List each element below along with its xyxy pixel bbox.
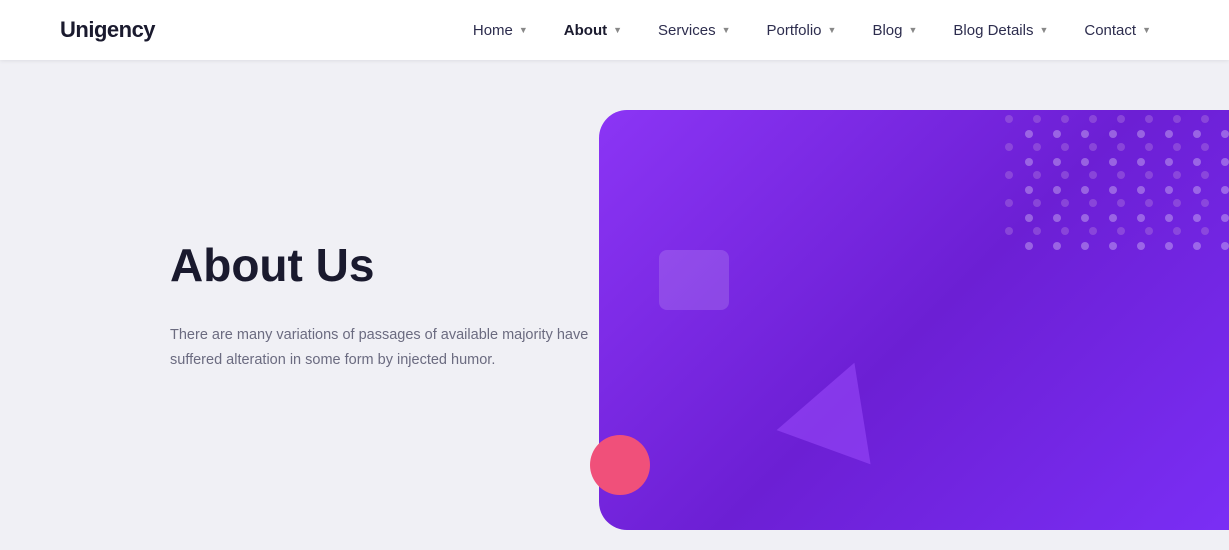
nav-link-blog-details[interactable]: Blog Details ▼ [935, 0, 1066, 60]
nav-link-about[interactable]: About ▼ [546, 0, 640, 60]
dot [1165, 130, 1173, 138]
dot [1193, 214, 1201, 222]
dot [1025, 158, 1033, 166]
dot [1165, 214, 1173, 222]
nav-link-services[interactable]: Services ▼ [640, 0, 748, 60]
dot [1053, 130, 1061, 138]
nav-label-blog-details: Blog Details [953, 22, 1033, 39]
dot [1193, 242, 1201, 250]
logo[interactable]: Unigency [60, 17, 155, 43]
nav-item-home: Home ▼ [455, 0, 546, 60]
dot [1081, 158, 1089, 166]
dot [1193, 130, 1201, 138]
hero-description: There are many variations of passages of… [170, 323, 600, 372]
dot [1137, 186, 1145, 194]
hero-title: About Us [170, 238, 600, 293]
dot [1137, 214, 1145, 222]
nav-link-blog[interactable]: Blog ▼ [854, 0, 935, 60]
hero-text: About Us There are many variations of pa… [170, 238, 600, 372]
navbar: Unigency Home ▼ About ▼ Services ▼ Portf… [0, 0, 1229, 60]
nav-item-about: About ▼ [546, 0, 640, 60]
nav-label-home: Home [473, 22, 513, 39]
dot [1165, 186, 1173, 194]
dot [1081, 130, 1089, 138]
pink-circle-decoration [590, 435, 650, 495]
dot [1165, 158, 1173, 166]
dot [1081, 214, 1089, 222]
dot [1109, 242, 1117, 250]
nav-label-portfolio: Portfolio [767, 22, 822, 39]
chevron-down-icon: ▼ [828, 25, 837, 35]
dot [1221, 186, 1229, 194]
nav-link-contact[interactable]: Contact ▼ [1066, 0, 1169, 60]
dot [1025, 242, 1033, 250]
nav-label-contact: Contact [1084, 22, 1136, 39]
chevron-down-icon: ▼ [1039, 25, 1048, 35]
dot [1025, 130, 1033, 138]
nav-link-home[interactable]: Home ▼ [455, 0, 546, 60]
dot [1053, 158, 1061, 166]
chevron-down-icon: ▼ [908, 25, 917, 35]
nav-item-services: Services ▼ [640, 0, 748, 60]
dot [1109, 214, 1117, 222]
nav-menu: Home ▼ About ▼ Services ▼ Portfolio ▼ Bl [455, 0, 1169, 60]
nav-item-blog: Blog ▼ [854, 0, 935, 60]
logo-uni: Uni [60, 17, 94, 42]
hero-section: About Us There are many variations of pa… [0, 60, 1229, 550]
dot [1221, 214, 1229, 222]
chevron-down-icon: ▼ [519, 25, 528, 35]
dot [1109, 130, 1117, 138]
chevron-down-icon: ▼ [613, 25, 622, 35]
dot [1221, 242, 1229, 250]
dot [1221, 158, 1229, 166]
dot [1193, 158, 1201, 166]
dot [1081, 186, 1089, 194]
dot [1025, 214, 1033, 222]
nav-item-blog-details: Blog Details ▼ [935, 0, 1066, 60]
dot [1109, 186, 1117, 194]
card-square-shape [659, 250, 729, 310]
dot [1137, 130, 1145, 138]
nav-link-portfolio[interactable]: Portfolio ▼ [749, 0, 855, 60]
nav-item-portfolio: Portfolio ▼ [749, 0, 855, 60]
chevron-down-icon: ▼ [722, 25, 731, 35]
dot [1053, 242, 1061, 250]
dot [1025, 186, 1033, 194]
logo-gency: gency [94, 17, 155, 42]
dot [1109, 158, 1117, 166]
dot [1165, 242, 1173, 250]
dot [1137, 242, 1145, 250]
nav-item-contact: Contact ▼ [1066, 0, 1169, 60]
card-dot-grid [1025, 130, 1229, 260]
dot [1053, 214, 1061, 222]
dot [1081, 242, 1089, 250]
dot [1137, 158, 1145, 166]
hero-purple-card [599, 110, 1229, 530]
card-triangle-shape [777, 346, 902, 465]
dot [1053, 186, 1061, 194]
nav-label-about: About [564, 22, 607, 39]
nav-label-blog: Blog [872, 22, 902, 39]
chevron-down-icon: ▼ [1142, 25, 1151, 35]
dot [1193, 186, 1201, 194]
dot [1221, 130, 1229, 138]
nav-label-services: Services [658, 22, 716, 39]
